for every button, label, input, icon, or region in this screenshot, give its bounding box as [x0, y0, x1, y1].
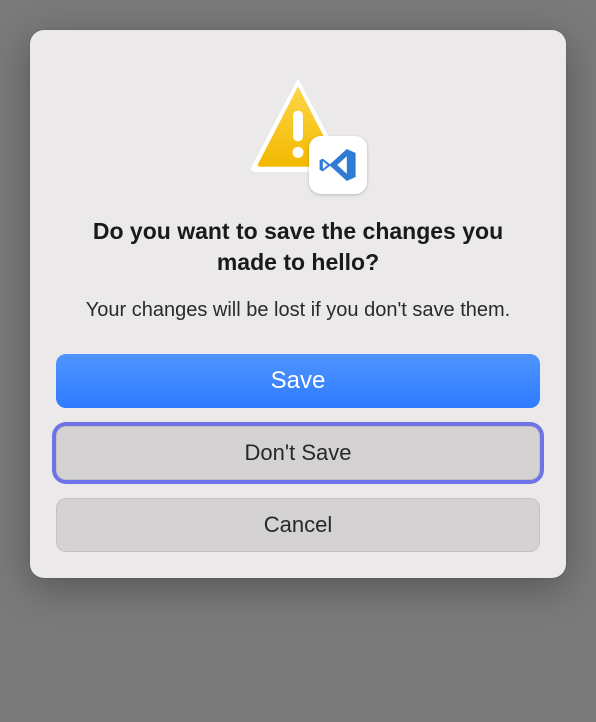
dialog-icon — [233, 66, 363, 186]
save-button[interactable]: Save — [56, 354, 540, 408]
app-badge — [309, 136, 367, 194]
dialog-message: Your changes will be lost if you don't s… — [66, 296, 530, 324]
save-dialog: Do you want to save the changes you made… — [30, 30, 566, 578]
dialog-buttons: Save Don't Save Cancel — [56, 354, 540, 552]
vscode-icon — [318, 145, 358, 185]
dialog-title: Do you want to save the changes you made… — [56, 216, 540, 278]
cancel-button[interactable]: Cancel — [56, 498, 540, 552]
dont-save-button[interactable]: Don't Save — [56, 426, 540, 480]
